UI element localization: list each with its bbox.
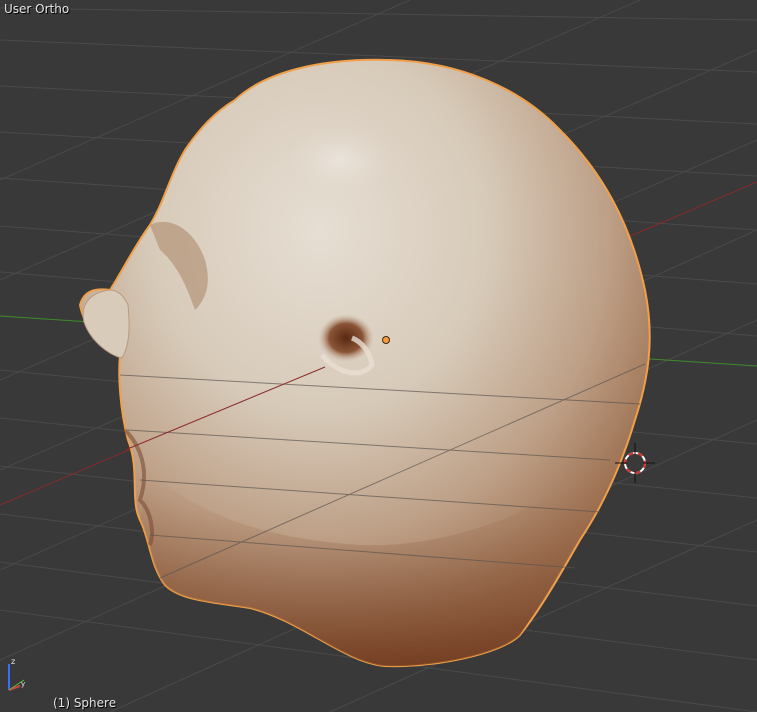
viewport-scene[interactable] (0, 0, 757, 712)
axis-gizmo-icon: z y (8, 657, 25, 691)
view-name-label: User Ortho (4, 2, 70, 16)
nose (82, 289, 130, 359)
3d-viewport[interactable]: User Ortho z y (1) Sphere (0, 0, 757, 712)
gizmo-z-label: z (11, 657, 15, 666)
active-object-label: (1) Sphere (53, 696, 117, 710)
ear-cavity (318, 314, 374, 362)
object-origin-icon[interactable] (382, 336, 390, 344)
gizmo-y-label: y (21, 680, 25, 688)
forehead-highlight (285, 125, 395, 195)
